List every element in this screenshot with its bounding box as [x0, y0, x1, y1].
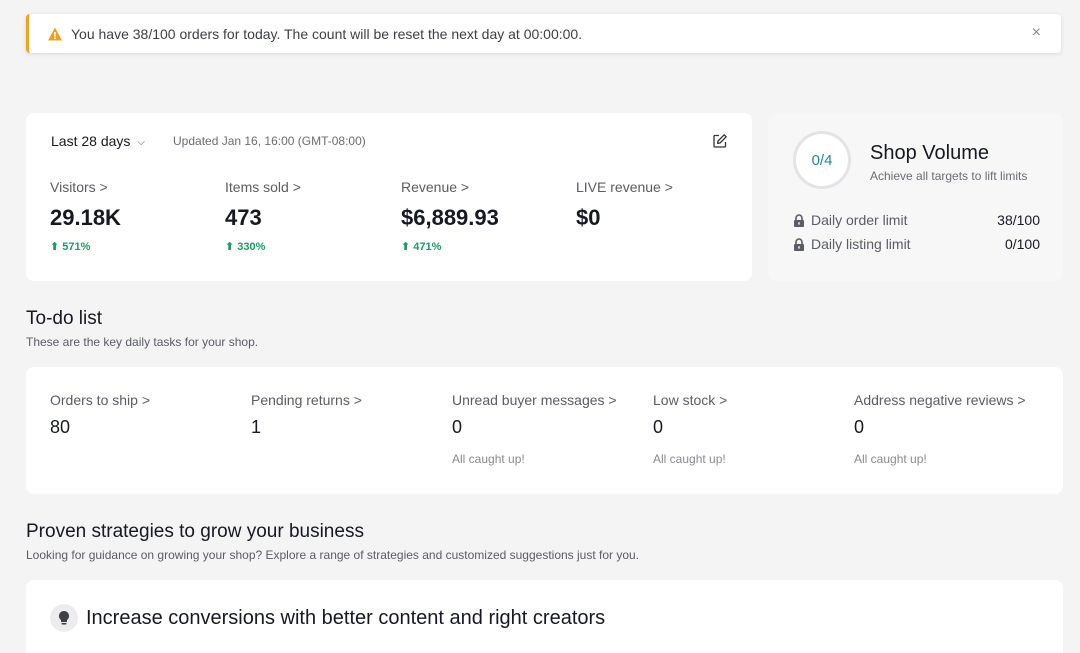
todo-note: All caught up!	[653, 452, 726, 466]
banner-message: You have 38/100 orders for today. The co…	[71, 25, 583, 42]
todo-note: All caught up!	[452, 452, 525, 466]
limit-name: Daily order limit	[811, 212, 908, 228]
warning-icon	[48, 27, 62, 40]
todo-title: To-do list	[26, 308, 103, 329]
lightbulb-icon	[50, 604, 78, 632]
strategies-title: Proven strategies to grow your business	[26, 521, 364, 542]
shop-volume-title: Shop Volume	[870, 142, 989, 164]
metric-label: Visitors >	[50, 179, 108, 195]
lock-icon	[794, 237, 804, 251]
todo-label: Low stock >	[653, 392, 728, 408]
date-range-label: Last 28 days	[51, 133, 131, 149]
chevron-down-icon: ⌵	[137, 136, 145, 148]
date-range-select[interactable]: Last 28 days ⌵	[51, 133, 145, 149]
limit-total: /100	[1012, 212, 1040, 228]
todo-note: All caught up!	[854, 452, 927, 466]
metric-value: $0	[576, 205, 601, 230]
todo-value: 0	[854, 417, 865, 437]
todo-value: 1	[251, 417, 262, 437]
todo-negative-reviews[interactable]: Address negative reviews > 0 All caught …	[854, 392, 1026, 466]
todo-value: 80	[50, 417, 71, 437]
close-icon[interactable]: ×	[1032, 24, 1041, 42]
todo-orders-to-ship[interactable]: Orders to ship > 80	[50, 392, 150, 438]
metric-value: 473	[225, 205, 262, 230]
lock-icon	[794, 213, 804, 227]
edit-icon[interactable]	[712, 133, 728, 149]
metric-value: $6,889.93	[401, 205, 499, 230]
metric-delta: ⬆ 571%	[50, 241, 91, 253]
updated-timestamp: Updated Jan 16, 16:00 (GMT-08:00)	[173, 134, 366, 148]
limit-total: /100	[1012, 236, 1040, 252]
daily-listing-limit: Daily listing limit 0/100	[793, 236, 1040, 252]
todo-value: 0	[653, 417, 664, 437]
order-limit-banner: You have 38/100 orders for today. The co…	[26, 14, 1061, 53]
todo-label: Orders to ship >	[50, 392, 150, 408]
metric-label: Items sold >	[225, 179, 301, 195]
metric-items-sold[interactable]: Items sold > 473 ⬆ 330%	[225, 179, 301, 253]
strategy-card-title: Increase conversions with better content…	[86, 607, 606, 629]
limit-used: 38	[997, 212, 1013, 228]
metric-revenue[interactable]: Revenue > $6,889.93 ⬆ 471%	[401, 179, 499, 253]
limit-name: Daily listing limit	[811, 236, 911, 252]
todo-unread-messages[interactable]: Unread buyer messages > 0 All caught up!	[452, 392, 617, 466]
limit-used: 0	[1004, 236, 1013, 252]
metric-live-revenue[interactable]: LIVE revenue > $0	[576, 179, 673, 231]
metric-label: Revenue >	[401, 179, 470, 195]
strategy-card[interactable]: Increase conversions with better content…	[26, 580, 1063, 653]
shop-volume-card[interactable]: 0/4 Shop Volume Achieve all targets to l…	[768, 113, 1063, 281]
strategies-subtitle: Looking for guidance on growing your sho…	[26, 548, 640, 562]
todo-card: Orders to ship > 80 Pending returns > 1 …	[26, 367, 1063, 494]
todo-label: Unread buyer messages >	[452, 392, 617, 408]
todo-label: Address negative reviews >	[854, 392, 1026, 408]
performance-card: Last 28 days ⌵ Updated Jan 16, 16:00 (GM…	[26, 113, 752, 281]
shop-volume-subtitle: Achieve all targets to lift limits	[870, 169, 1028, 183]
todo-low-stock[interactable]: Low stock > 0 All caught up!	[653, 392, 727, 466]
todo-pending-returns[interactable]: Pending returns > 1	[251, 392, 362, 438]
todo-subtitle: These are the key daily tasks for your s…	[26, 335, 259, 349]
metric-visitors[interactable]: Visitors > 29.18K ⬆ 571%	[50, 179, 121, 253]
metric-delta: ⬆ 330%	[225, 241, 266, 253]
limit-value: 38/100	[997, 212, 1040, 228]
daily-order-limit: Daily order limit 38/100	[793, 212, 1040, 228]
todo-value: 0	[452, 417, 463, 437]
metric-label: LIVE revenue >	[576, 179, 673, 195]
progress-ring: 0/4	[793, 131, 851, 189]
metric-value: 29.18K	[50, 205, 121, 230]
limit-value: 0/100	[1005, 236, 1040, 252]
metric-delta: ⬆ 471%	[401, 241, 442, 253]
todo-label: Pending returns >	[251, 392, 362, 408]
